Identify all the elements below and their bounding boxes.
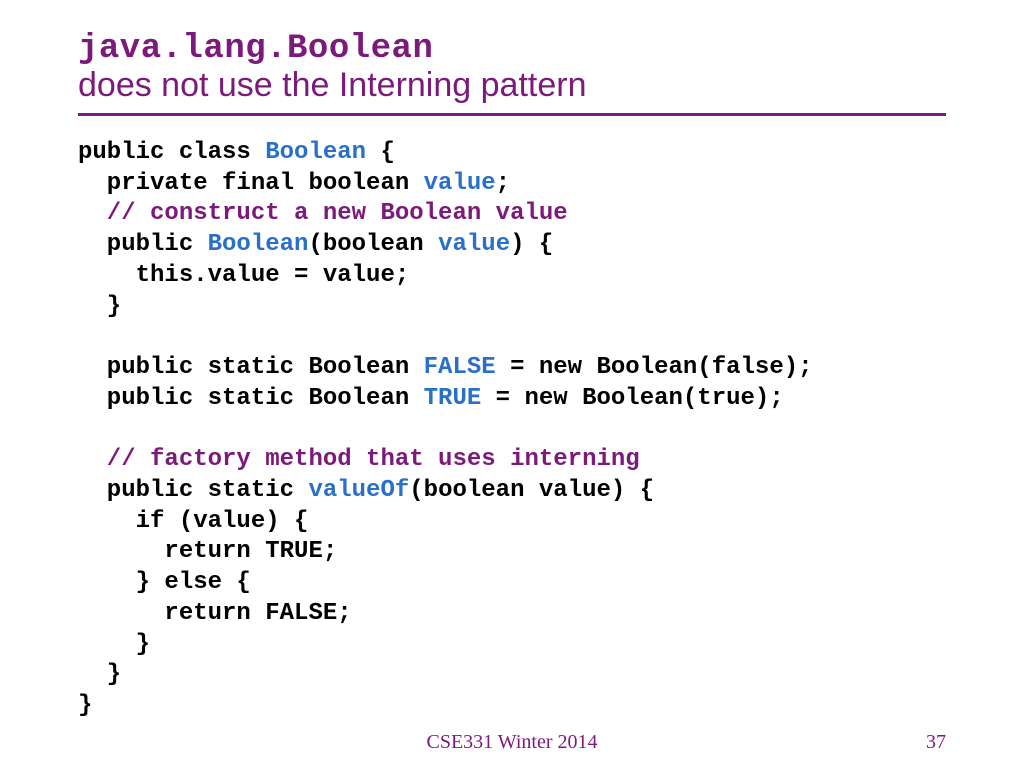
code-text: public static	[78, 477, 308, 504]
code-text: public	[78, 231, 208, 258]
footer: CSE331 Winter 2014 37	[0, 731, 1024, 754]
code-block: public class Boolean { private final boo…	[78, 138, 946, 722]
code-text: public static Boolean	[78, 354, 424, 381]
code-keyword: FALSE	[424, 354, 496, 381]
code-text: }	[78, 293, 121, 320]
footer-course: CSE331 Winter 2014	[426, 731, 597, 754]
code-text: {	[366, 139, 395, 166]
title-line2: does not use the Interning pattern	[78, 66, 946, 105]
code-text: return TRUE;	[78, 538, 337, 565]
code-text: this.value = value;	[78, 262, 409, 289]
title-divider	[78, 113, 946, 116]
code-text: }	[78, 692, 92, 719]
footer-page-number: 37	[926, 731, 946, 754]
code-text: }	[78, 661, 121, 688]
code-text: } else {	[78, 569, 251, 596]
code-text: = new Boolean(false);	[496, 354, 813, 381]
slide: java.lang.Boolean does not use the Inter…	[0, 0, 1024, 768]
code-text: if (value) {	[78, 508, 308, 535]
code-comment: // factory method that uses interning	[78, 446, 640, 473]
code-keyword: value	[438, 231, 510, 258]
code-comment: // construct a new Boolean value	[78, 200, 568, 227]
code-text: return FALSE;	[78, 600, 352, 627]
code-keyword: value	[424, 170, 496, 197]
code-text: public static Boolean	[78, 385, 424, 412]
code-text: }	[78, 631, 150, 658]
code-keyword: Boolean	[208, 231, 309, 258]
code-text: ;	[496, 170, 510, 197]
code-keyword: Boolean	[265, 139, 366, 166]
code-text: ) {	[510, 231, 553, 258]
code-text: = new Boolean(true);	[481, 385, 783, 412]
code-text: public class	[78, 139, 265, 166]
code-text: (boolean	[308, 231, 438, 258]
code-keyword: valueOf	[308, 477, 409, 504]
title-block: java.lang.Boolean does not use the Inter…	[78, 30, 946, 105]
code-keyword: TRUE	[424, 385, 482, 412]
title-line1: java.lang.Boolean	[78, 30, 946, 68]
code-text: (boolean value) {	[409, 477, 654, 504]
code-text: private final boolean	[78, 170, 424, 197]
